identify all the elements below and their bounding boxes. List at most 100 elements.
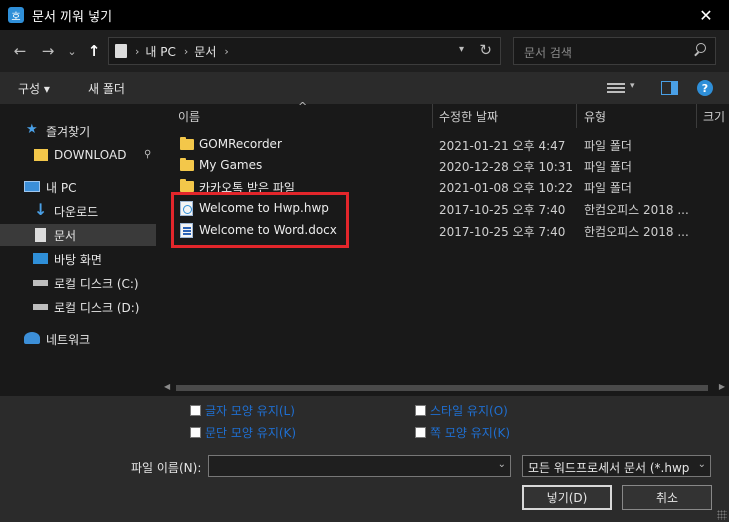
column-divider[interactable]	[432, 104, 433, 128]
address-bar[interactable]: › 내 PC › 문서 › ▾ ↻	[108, 37, 501, 65]
option-label[interactable]: 쪽 모양 유지(K)	[430, 424, 510, 441]
sidebar-item-local-disk-c[interactable]: 로컬 디스크 (C:)	[0, 272, 156, 294]
forward-arrow-icon[interactable]: →	[38, 41, 58, 61]
file-type: 파일 폴더	[584, 160, 632, 174]
keep-para-shape-checkbox[interactable]	[190, 427, 201, 438]
file-type-value: 모든 워드프로세서 문서 (*.hwp	[528, 461, 690, 475]
sidebar-item-label: 즐겨찾기	[46, 124, 91, 139]
keep-style-checkbox[interactable]	[415, 405, 426, 416]
drive-icon	[33, 280, 48, 286]
title-bar: 호 문서 끼워 넣기 ✕	[0, 0, 729, 30]
column-divider[interactable]	[576, 104, 577, 128]
file-name-dropdown-icon[interactable]: ⌄	[498, 459, 506, 470]
document-icon	[115, 44, 127, 58]
file-type: 파일 폴더	[584, 181, 632, 195]
file-name-input[interactable]: ⌄	[208, 455, 511, 477]
folder-icon	[34, 149, 48, 161]
drive-icon	[33, 304, 48, 310]
folder-icon	[180, 179, 194, 192]
breadcrumb-separator[interactable]: ›	[184, 45, 188, 58]
scroll-right-icon[interactable]: ▶	[719, 382, 725, 391]
search-placeholder: 문서 검색	[524, 46, 572, 60]
breadcrumb-separator[interactable]: ›	[224, 45, 228, 58]
column-header-size[interactable]: 크기	[703, 108, 725, 132]
keep-para-shape-option[interactable]: 문단 모양 유지(K)	[190, 424, 296, 441]
horizontal-scrollbar[interactable]: ◀ ▶	[160, 380, 729, 396]
scrollbar-thumb[interactable]	[176, 385, 708, 391]
dialog-footer: 글자 모양 유지(L) 문단 모양 유지(K) 스타일 유지(O) 쪽 모양 유…	[0, 396, 729, 522]
highlight-box	[171, 192, 349, 248]
cancel-button[interactable]: 취소	[622, 485, 712, 510]
file-name-label: 파일 이름(N):	[131, 461, 202, 475]
file-date: 2017-10-25 오후 7:40	[439, 203, 566, 217]
help-icon[interactable]: ?	[697, 80, 713, 96]
close-button[interactable]: ✕	[683, 0, 729, 30]
column-divider[interactable]	[696, 104, 697, 128]
file-date: 2021-01-21 오후 4:47	[439, 139, 566, 153]
sidebar-item-label: 다운로드	[54, 204, 99, 219]
file-date: 2020-12-28 오후 10:31	[439, 160, 574, 174]
new-folder-button[interactable]: 새 폴더	[88, 80, 125, 97]
column-header-name[interactable]: 이름	[178, 108, 200, 132]
file-type: 한컴오피스 2018 ...	[584, 225, 689, 239]
pin-icon[interactable]: ⚲	[144, 149, 151, 160]
sidebar-item-label: 문서	[54, 228, 77, 243]
file-type: 파일 폴더	[584, 139, 632, 153]
sidebar-item-label: DOWNLOAD	[54, 148, 127, 162]
address-dropdown-icon[interactable]: ▾	[459, 44, 464, 55]
folder-icon	[180, 137, 194, 150]
option-label[interactable]: 문단 모양 유지(K)	[205, 424, 296, 441]
breadcrumb-documents[interactable]: 문서	[194, 43, 216, 60]
table-row[interactable]: My Games 2020-12-28 오후 10:31 파일 폴더	[160, 155, 729, 176]
file-list: ^ 이름 수정한 날짜 유형 크기 GOMRecorder 2021-01-21…	[160, 100, 729, 396]
resize-grip[interactable]	[717, 510, 727, 520]
sidebar-item-documents[interactable]: 문서	[0, 224, 156, 246]
command-toolbar: 구성 ▾ 새 폴더 ▾ ?	[0, 72, 729, 104]
file-date: 2017-10-25 오후 7:40	[439, 225, 566, 239]
sidebar-item-label: 네트워크	[46, 332, 91, 347]
preview-pane-icon[interactable]	[661, 81, 678, 95]
search-input[interactable]: 문서 검색	[513, 37, 716, 65]
view-options-icon[interactable]	[607, 81, 625, 95]
column-header-type[interactable]: 유형	[584, 108, 606, 132]
keep-char-shape-option[interactable]: 글자 모양 유지(L)	[190, 402, 295, 419]
column-header-modified[interactable]: 수정한 날짜	[439, 108, 498, 132]
file-type-select[interactable]: 모든 워드프로세서 문서 (*.hwp ⌄	[522, 455, 711, 477]
desktop-icon	[33, 253, 48, 264]
table-row[interactable]: GOMRecorder 2021-01-21 오후 4:47 파일 폴더	[160, 134, 729, 155]
keep-char-shape-checkbox[interactable]	[190, 405, 201, 416]
sidebar-item-local-disk-d[interactable]: 로컬 디스크 (D:)	[0, 296, 156, 318]
scroll-left-icon[interactable]: ◀	[164, 382, 170, 391]
option-label[interactable]: 스타일 유지(O)	[430, 402, 508, 419]
sidebar-item-desktop[interactable]: 바탕 화면	[0, 248, 156, 270]
sidebar-item-label: 바탕 화면	[54, 252, 102, 267]
keep-page-shape-option[interactable]: 쪽 모양 유지(K)	[415, 424, 510, 441]
view-dropdown-icon[interactable]: ▾	[630, 81, 635, 91]
option-label[interactable]: 글자 모양 유지(L)	[205, 402, 295, 419]
recent-locations-chevron-icon[interactable]: ⌄	[62, 41, 82, 61]
file-type-dropdown-icon[interactable]: ⌄	[698, 459, 706, 470]
keep-style-option[interactable]: 스타일 유지(O)	[415, 402, 508, 419]
sidebar-item-quick-access[interactable]: ★ 즐겨찾기	[0, 120, 156, 142]
pc-icon	[24, 181, 40, 192]
back-arrow-icon[interactable]: ←	[10, 41, 30, 61]
document-icon	[35, 228, 46, 242]
sidebar-item-this-pc[interactable]: 내 PC	[0, 176, 156, 198]
sidebar-item-label: 로컬 디스크 (C:)	[54, 276, 139, 291]
sidebar-item-network[interactable]: 네트워크	[0, 328, 156, 350]
keep-page-shape-checkbox[interactable]	[415, 427, 426, 438]
sidebar-item-download-folder[interactable]: DOWNLOAD ⚲	[0, 144, 156, 166]
network-icon	[24, 332, 40, 344]
sidebar-item-downloads[interactable]: ↓ 다운로드	[0, 200, 156, 222]
sort-ascending-icon: ^	[298, 100, 308, 113]
folder-icon	[180, 158, 194, 171]
insert-button[interactable]: 넣기(D)	[522, 485, 612, 510]
file-type: 한컴오피스 2018 ...	[584, 203, 689, 217]
search-icon[interactable]	[693, 42, 709, 58]
navigation-bar: ← → ⌄ ↑ › 내 PC › 문서 › ▾ ↻ 문서 검색	[0, 30, 729, 72]
organize-button[interactable]: 구성 ▾	[18, 80, 50, 97]
up-arrow-icon[interactable]: ↑	[84, 41, 104, 61]
refresh-icon[interactable]: ↻	[479, 41, 492, 59]
app-icon: 호	[8, 7, 24, 23]
breadcrumb-this-pc[interactable]: 내 PC	[145, 43, 175, 60]
